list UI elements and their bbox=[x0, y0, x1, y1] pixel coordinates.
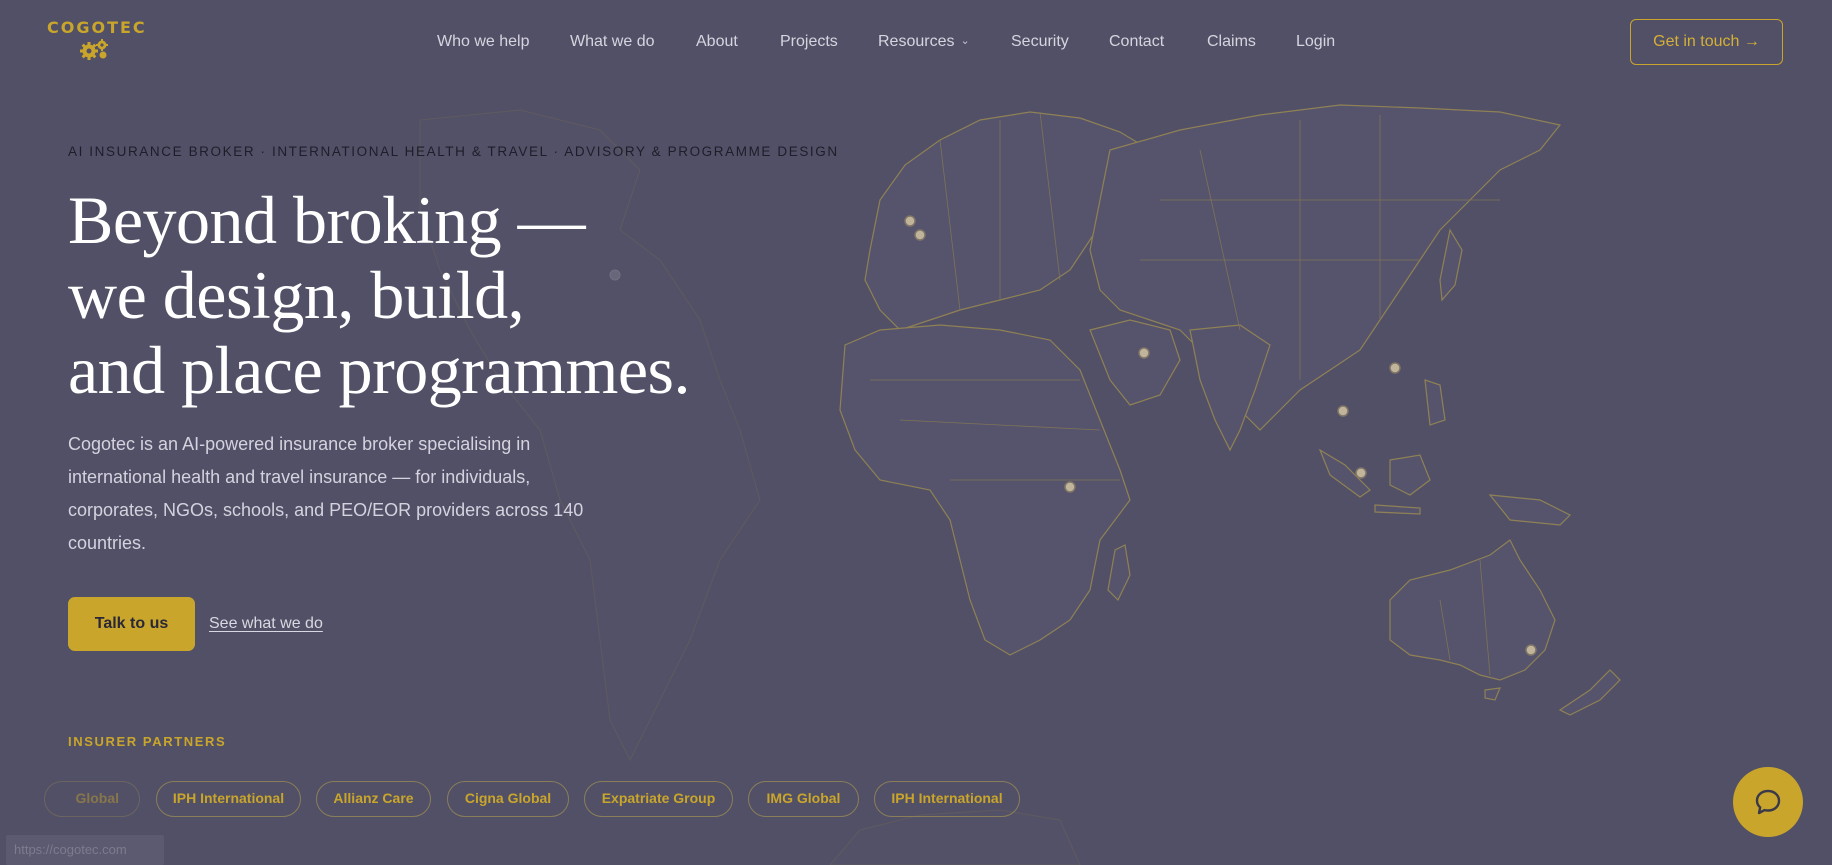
hero-headline: Beyond broking — we design, build, and p… bbox=[68, 182, 691, 408]
partner-chip[interactable]: Global bbox=[44, 781, 140, 817]
status-url: https://cogotec.com bbox=[6, 835, 164, 865]
nav-resources[interactable]: Resources ⌄ bbox=[878, 33, 970, 51]
hero-headline-line: and place programmes. bbox=[68, 332, 691, 408]
map-city-marker bbox=[1355, 467, 1367, 479]
map-city-marker bbox=[1525, 644, 1537, 656]
hero-headline-line: we design, build, bbox=[68, 257, 525, 333]
map-city-marker bbox=[914, 229, 926, 241]
map-europe bbox=[864, 111, 1151, 331]
map-newzealand bbox=[1558, 669, 1621, 716]
nav-who-we-help[interactable]: Who we help bbox=[437, 33, 530, 51]
map-madagascar bbox=[1107, 544, 1131, 602]
map-india bbox=[1189, 324, 1271, 452]
talk-to-us-button[interactable]: Talk to us bbox=[68, 597, 195, 651]
map-sumatra bbox=[1318, 448, 1371, 498]
hero-headline-line: Beyond broking — bbox=[68, 182, 586, 258]
map-antarctica-faint bbox=[829, 809, 1081, 865]
map-borneo bbox=[1389, 454, 1431, 496]
nav-resources-label: Resources bbox=[878, 33, 955, 50]
map-australia bbox=[1389, 539, 1556, 681]
partner-carousel: Global IPH International Allianz Care Ci… bbox=[0, 781, 1100, 817]
map-city-marker bbox=[904, 215, 916, 227]
map-city-marker bbox=[1064, 481, 1076, 493]
nav-contact[interactable]: Contact bbox=[1109, 33, 1164, 51]
nav-security[interactable]: Security bbox=[1011, 33, 1069, 51]
nav-login[interactable]: Login bbox=[1296, 33, 1335, 51]
get-in-touch-button[interactable]: Get in touch → bbox=[1630, 19, 1783, 65]
map-city-marker bbox=[1138, 347, 1150, 359]
partner-chip[interactable]: Expatriate Group bbox=[584, 781, 733, 817]
nav-what-we-do[interactable]: What we do bbox=[570, 33, 654, 51]
map-city-marker bbox=[1389, 362, 1401, 374]
map-asia bbox=[1089, 104, 1562, 431]
map-java bbox=[1374, 504, 1421, 515]
site-header: COGOTEC Who we help What we do About Pro… bbox=[0, 0, 1832, 84]
nav-about[interactable]: About bbox=[696, 33, 738, 51]
see-what-we-do-link[interactable]: See what we do bbox=[209, 615, 323, 633]
map-borders bbox=[870, 111, 1500, 676]
map-newguinea bbox=[1488, 494, 1572, 526]
chat-bubble-icon bbox=[1755, 789, 1781, 815]
partner-chip[interactable]: IPH International bbox=[156, 781, 301, 817]
chat-button[interactable] bbox=[1733, 767, 1803, 837]
nav-projects[interactable]: Projects bbox=[780, 33, 838, 51]
partner-chip[interactable]: Allianz Care bbox=[316, 781, 431, 817]
partner-chip[interactable]: IPH International bbox=[874, 781, 1020, 817]
gears-icon bbox=[80, 39, 108, 60]
map-arabia bbox=[1089, 319, 1181, 406]
partner-chip[interactable]: IMG Global bbox=[748, 781, 859, 817]
hero-eyebrow: AI INSURANCE BROKER · INTERNATIONAL HEAL… bbox=[68, 144, 839, 159]
logo[interactable]: COGOTEC bbox=[47, 18, 147, 64]
map-japan bbox=[1439, 228, 1463, 302]
partner-chip[interactable]: Cigna Global bbox=[447, 781, 569, 817]
map-africa bbox=[839, 324, 1131, 656]
map-city-marker bbox=[1337, 405, 1349, 417]
logo-wordmark: COGOTEC bbox=[47, 18, 147, 37]
map-tasmania bbox=[1484, 687, 1501, 701]
map-philippines bbox=[1424, 379, 1446, 426]
chevron-down-icon: ⌄ bbox=[960, 35, 970, 47]
hero-lead: Cogotec is an AI-powered insurance broke… bbox=[68, 434, 584, 553]
nav-claims[interactable]: Claims bbox=[1207, 33, 1256, 51]
partners-title: INSURER PARTNERS bbox=[68, 734, 227, 749]
